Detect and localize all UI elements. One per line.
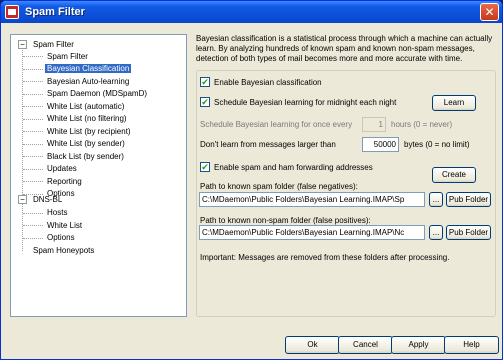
tree-connector xyxy=(23,169,43,170)
schedule-midnight-label: Schedule Bayesian learning for midnight … xyxy=(214,98,397,107)
collapse-toggle-spam-filter[interactable]: − xyxy=(18,40,27,49)
spam-filter-dialog: Spam Filter ✕ − Spam Filter Spam Filter … xyxy=(0,0,503,360)
tree-item-spam-honeypots[interactable]: Spam Honeypots xyxy=(31,245,96,256)
tree-connector xyxy=(23,119,43,120)
enable-forwarding-checkbox[interactable]: ✔ xyxy=(200,162,210,172)
schedule-midnight-checkbox[interactable]: ✔ xyxy=(200,97,210,107)
tree-item-dns-options[interactable]: Options xyxy=(45,232,77,243)
schedule-hours-input[interactable]: 1 xyxy=(362,117,386,132)
nonspam-pub-folder-button[interactable]: Pub Folder xyxy=(446,225,491,240)
nonspam-folder-label: Path to known non-spam folder (false pos… xyxy=(200,216,371,225)
tree-item-bayesian-auto-learning[interactable]: Bayesian Auto-learning xyxy=(45,76,131,87)
tree-connector xyxy=(23,213,43,214)
tree-item-spam-daemon[interactable]: Spam Daemon (MDSpamD) xyxy=(45,88,149,99)
tree-connector xyxy=(23,81,43,82)
collapse-toggle-dns-bl[interactable]: − xyxy=(18,195,27,204)
tree-item-dns-white-list[interactable]: White List xyxy=(45,220,84,231)
tree-connector xyxy=(23,238,43,239)
dont-learn-label: Don't learn from messages larger than xyxy=(200,140,336,149)
tree-item-white-list-by-recipient[interactable]: White List (by recipient) xyxy=(45,126,133,137)
app-icon xyxy=(5,5,19,19)
nonspam-folder-path-input[interactable]: C:\MDaemon\Public Folders\Bayesian Learn… xyxy=(199,225,425,240)
tree-item-black-list-by-sender[interactable]: Black List (by sender) xyxy=(45,151,126,162)
tree-item-white-list-no-filtering[interactable]: White List (no filtering) xyxy=(45,113,129,124)
enable-forwarding-label: Enable spam and ham forwarding addresses xyxy=(214,163,373,172)
tree-connector xyxy=(22,204,23,251)
title-bar[interactable]: Spam Filter ✕ xyxy=(1,1,502,23)
enable-bayesian-label: Enable Bayesian classification xyxy=(214,78,322,87)
tree-connector xyxy=(23,56,43,57)
tree-item-spam-filter[interactable]: Spam Filter xyxy=(45,51,90,62)
enable-bayesian-checkbox[interactable]: ✔ xyxy=(200,77,210,87)
tree-connector xyxy=(23,144,43,145)
tree-connector xyxy=(23,106,43,107)
important-note: Important: Messages are removed from the… xyxy=(200,253,450,262)
spam-folder-path-input[interactable]: C:\MDaemon\Public Folders\Bayesian Learn… xyxy=(199,192,425,207)
tree-item-label: Spam Honeypots xyxy=(33,246,95,255)
spam-pub-folder-button[interactable]: Pub Folder xyxy=(446,192,491,207)
tree-item-label: Bayesian Auto-learning xyxy=(47,77,130,86)
help-button[interactable]: Help xyxy=(444,336,499,354)
tree-item-bayesian-classification[interactable]: Bayesian Classification xyxy=(45,63,132,74)
tree-item-updates[interactable]: Updates xyxy=(45,163,79,174)
tree-item-label: DNS-BL xyxy=(33,195,63,204)
tree-connector xyxy=(23,156,43,157)
tree-item-label: Hosts xyxy=(47,208,68,217)
tree-item-label: White List (automatic) xyxy=(47,102,125,111)
tree-item-label: Spam Filter xyxy=(33,40,74,49)
tree-item-dns-bl[interactable]: DNS-BL xyxy=(31,194,64,205)
tree-item-label: White List (by recipient) xyxy=(47,127,131,136)
cancel-button[interactable]: Cancel xyxy=(338,336,393,354)
apply-button[interactable]: Apply xyxy=(391,336,446,354)
close-button[interactable]: ✕ xyxy=(480,3,499,21)
tree-item-label: Black List (by sender) xyxy=(47,152,124,161)
learn-button[interactable]: Learn xyxy=(432,95,476,111)
window-title: Spam Filter xyxy=(25,6,85,18)
bayesian-description: Bayesian classification is a statistical… xyxy=(196,34,493,63)
create-button[interactable]: Create xyxy=(432,167,476,183)
tree-item-label: White List (by sender) xyxy=(47,139,125,148)
max-message-size-input[interactable]: 50000 xyxy=(362,137,399,152)
tree-connector xyxy=(23,69,43,70)
navigation-tree: − Spam Filter Spam Filter Bayesian Class… xyxy=(10,34,187,317)
nonspam-folder-browse-button[interactable]: ... xyxy=(429,225,443,240)
tree-item-label: Bayesian Classification xyxy=(45,64,132,73)
tree-item-label: White List xyxy=(47,221,83,230)
tree-item-label: Reporting xyxy=(47,177,82,186)
ok-button[interactable]: Ok xyxy=(285,336,340,354)
bayesian-panel: Bayesian classification is a statistical… xyxy=(196,34,496,317)
tree-item-label: Spam Filter xyxy=(47,52,88,61)
tree-item-label: Updates xyxy=(47,164,77,173)
schedule-hours-suffix: hours (0 = never) xyxy=(391,120,453,129)
tree-item-white-list-by-sender[interactable]: White List (by sender) xyxy=(45,138,127,149)
tree-connector xyxy=(23,181,43,182)
tree-item-label: Options xyxy=(47,233,75,242)
tree-item-hosts[interactable]: Hosts xyxy=(45,207,69,218)
tree-item-label: Spam Daemon (MDSpamD) xyxy=(47,89,148,98)
tree-item-reporting[interactable]: Reporting xyxy=(45,176,84,187)
spam-folder-browse-button[interactable]: ... xyxy=(429,192,443,207)
tree-connector xyxy=(23,225,43,226)
tree-connector xyxy=(23,131,43,132)
spam-folder-label: Path to known spam folder (false negativ… xyxy=(200,182,358,191)
tree-item-spam-filter-root[interactable]: Spam Filter xyxy=(31,39,76,50)
tree-item-white-list-automatic[interactable]: White List (automatic) xyxy=(45,101,126,112)
max-message-size-suffix: bytes (0 = no limit) xyxy=(404,140,470,149)
tree-item-label: White List (no filtering) xyxy=(47,114,127,123)
schedule-every-label: Schedule Bayesian learning for once ever… xyxy=(200,120,353,129)
tree-connector xyxy=(23,94,43,95)
